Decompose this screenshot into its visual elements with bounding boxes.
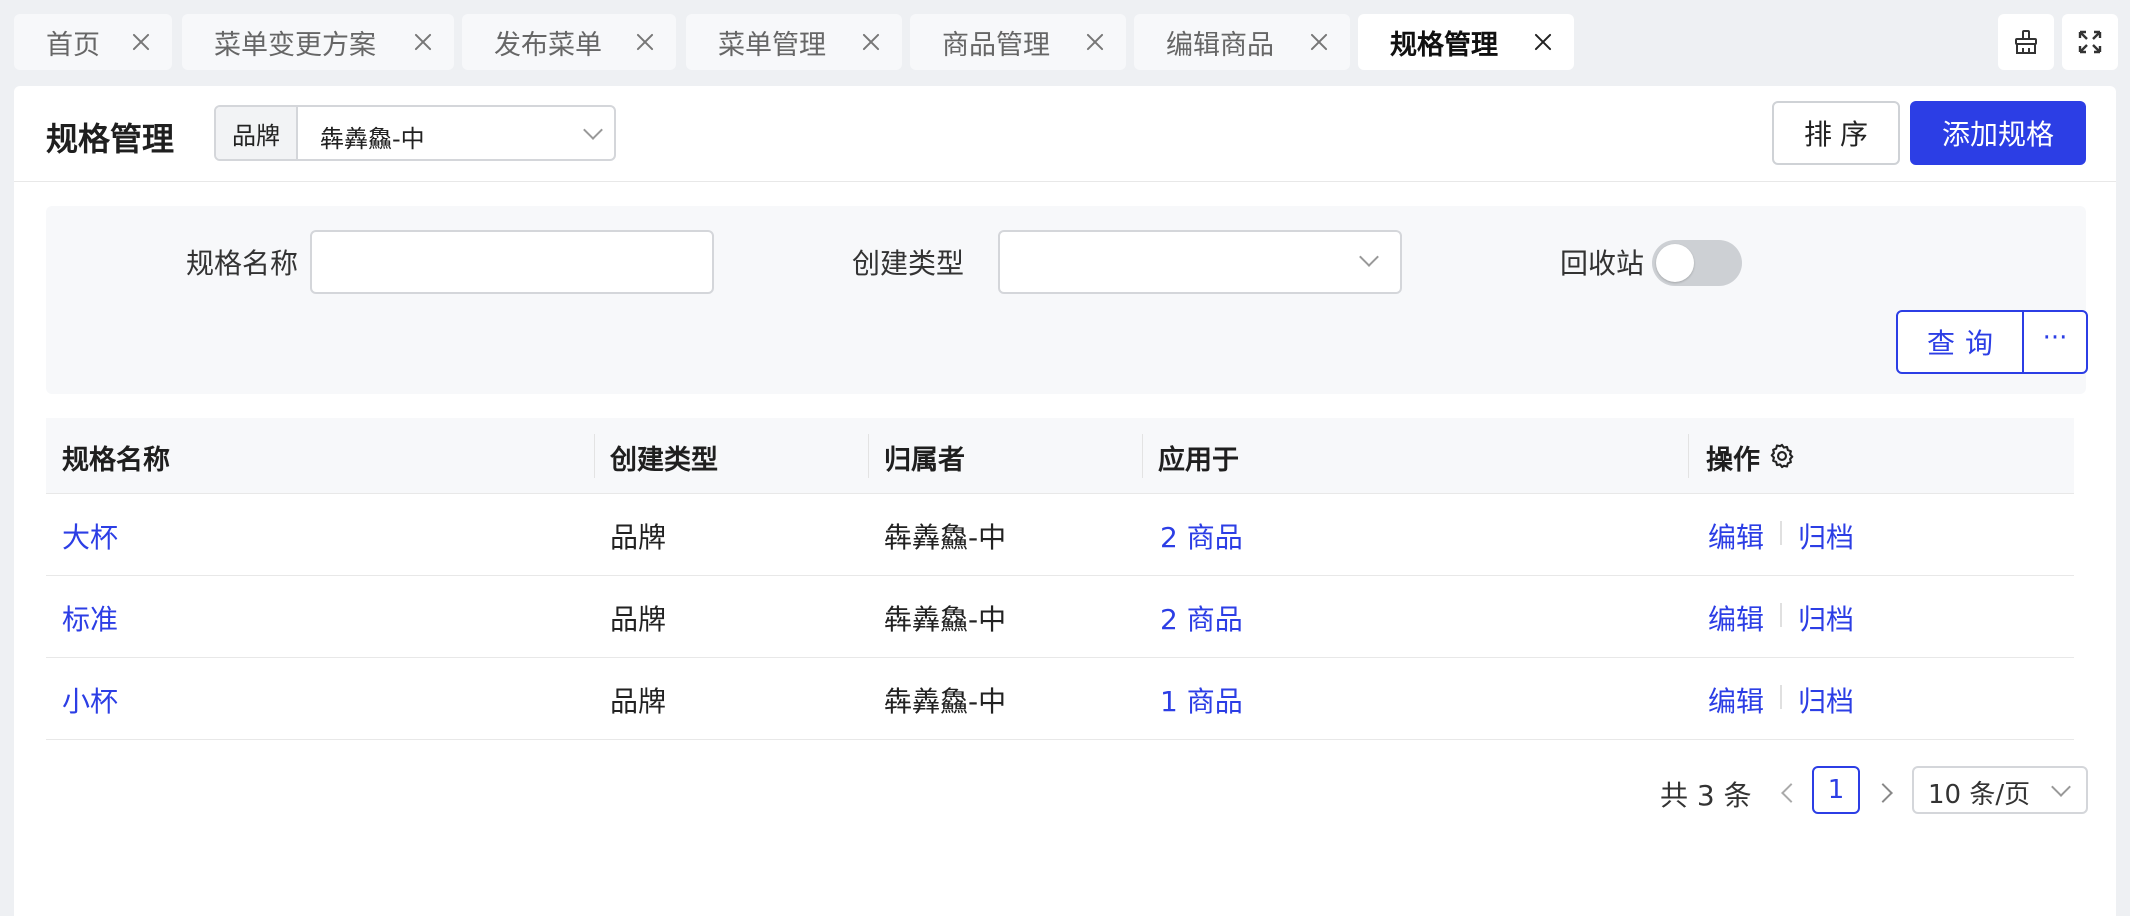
close-icon[interactable]: [636, 33, 654, 51]
close-icon[interactable]: [1086, 33, 1104, 51]
col-spec-name: 规格名称: [62, 445, 170, 476]
table-row: 标准 品牌 犇羴鱻-中 2 商品 编辑 归档: [46, 576, 2074, 658]
page-size-select[interactable]: 10 条/页: [1912, 766, 2088, 814]
owner-cell: 犇羴鱻-中: [884, 521, 1007, 554]
create-type-cell: 品牌: [610, 685, 667, 718]
close-icon[interactable]: [1534, 33, 1552, 51]
create-type-label: 创建类型: [852, 247, 965, 280]
tab-menu-management[interactable]: 菜单管理: [686, 14, 902, 70]
col-owner: 归属者: [884, 445, 965, 476]
query-button-group: 查询 ···: [1896, 310, 2088, 374]
column-divider: [594, 434, 595, 478]
action-divider: [1780, 603, 1782, 627]
tab-spec-management[interactable]: 规格管理: [1358, 14, 1574, 70]
more-options-button[interactable]: ···: [2024, 312, 2086, 372]
col-create-type: 创建类型: [610, 445, 718, 476]
spec-name-label: 规格名称: [186, 247, 299, 280]
fullscreen-button[interactable]: [2062, 14, 2118, 70]
table-header: 规格名称 创建类型 归属者 应用于 操作: [46, 418, 2074, 494]
brand-addon-label: 品牌: [216, 107, 298, 159]
archive-link[interactable]: 归档: [1798, 680, 1854, 720]
tab-product-management[interactable]: 商品管理: [910, 14, 1126, 70]
applied-products-link[interactable]: 1 商品: [1160, 680, 1243, 720]
table-row: 小杯 品牌 犇羴鱻-中 1 商品 编辑 归档: [46, 658, 2074, 740]
pagination-total: 共 3 条: [1660, 779, 1752, 812]
col-operations: 操作: [1706, 445, 1760, 476]
recycle-bin-toggle[interactable]: [1652, 240, 1742, 286]
column-divider: [1142, 434, 1143, 478]
create-type-cell: 品牌: [610, 521, 667, 554]
owner-cell: 犇羴鱻-中: [884, 685, 1007, 718]
spec-name-link[interactable]: 小杯: [62, 680, 118, 720]
query-button[interactable]: 查询: [1898, 312, 2024, 372]
gear-icon[interactable]: [1768, 442, 1796, 470]
page-header: 规格管理 品牌 犇羴鱻-中 排序 添加规格: [14, 86, 2116, 182]
archive-link[interactable]: 归档: [1798, 598, 1854, 638]
tab-bar: 首页 菜单变更方案 发布菜单 菜单管理 商品管理 编辑商品 规格管理: [0, 0, 2130, 86]
page-number-current[interactable]: 1: [1812, 766, 1860, 814]
col-applied-to: 应用于: [1158, 445, 1239, 476]
spec-name-link[interactable]: 大杯: [62, 516, 118, 556]
spec-name-input[interactable]: [310, 230, 714, 294]
tab-home[interactable]: 首页: [14, 14, 172, 70]
create-type-cell: 品牌: [610, 603, 667, 636]
tab-menu-change-plan[interactable]: 菜单变更方案: [182, 14, 454, 70]
filter-panel: 规格名称 创建类型 回收站 查询 ···: [46, 206, 2088, 394]
close-icon[interactable]: [132, 33, 150, 51]
close-icon[interactable]: [862, 33, 880, 51]
chevron-down-icon: [583, 120, 603, 140]
close-icon[interactable]: [414, 33, 432, 51]
brand-select-value: 犇羴鱻-中: [320, 125, 425, 153]
action-divider: [1780, 521, 1782, 545]
add-spec-button[interactable]: 添加规格: [1910, 101, 2086, 165]
column-divider: [868, 434, 869, 478]
chevron-right-icon[interactable]: [1873, 783, 1893, 803]
create-type-select[interactable]: [998, 230, 1402, 294]
action-divider: [1780, 685, 1782, 709]
page-size-value: 10 条/页: [1928, 780, 2031, 810]
fullscreen-icon: [2078, 30, 2102, 54]
chevron-down-icon: [1359, 247, 1379, 267]
edit-link[interactable]: 编辑: [1708, 516, 1764, 556]
tab-edit-product[interactable]: 编辑商品: [1134, 14, 1350, 70]
close-icon[interactable]: [1310, 33, 1328, 51]
spec-table: 规格名称 创建类型 归属者 应用于 操作 大杯 品牌 犇羴鱻-中 2 商品 编辑…: [46, 418, 2074, 740]
chevron-left-icon[interactable]: [1781, 783, 1801, 803]
brand-select[interactable]: 品牌 犇羴鱻-中: [214, 105, 616, 161]
main-card: 规格管理 品牌 犇羴鱻-中 排序 添加规格 规格名称 创建类型 回收站 查询 ·…: [14, 86, 2116, 916]
sort-button[interactable]: 排序: [1772, 101, 1900, 165]
table-row: 大杯 品牌 犇羴鱻-中 2 商品 编辑 归档: [46, 494, 2074, 576]
edit-link[interactable]: 编辑: [1708, 680, 1764, 720]
column-divider: [1688, 434, 1689, 478]
applied-products-link[interactable]: 2 商品: [1160, 516, 1243, 556]
spec-name-link[interactable]: 标准: [62, 598, 118, 638]
recycle-bin-label: 回收站: [1560, 247, 1645, 280]
tab-publish-menu[interactable]: 发布菜单: [462, 14, 676, 70]
toggle-knob: [1656, 244, 1694, 282]
owner-cell: 犇羴鱻-中: [884, 603, 1007, 636]
applied-products-link[interactable]: 2 商品: [1160, 598, 1243, 638]
archive-link[interactable]: 归档: [1798, 516, 1854, 556]
chevron-down-icon: [2051, 777, 2071, 797]
broom-icon: [2015, 30, 2037, 54]
page-title: 规格管理: [46, 120, 175, 158]
edit-link[interactable]: 编辑: [1708, 598, 1764, 638]
clean-tabs-button[interactable]: [1998, 14, 2054, 70]
